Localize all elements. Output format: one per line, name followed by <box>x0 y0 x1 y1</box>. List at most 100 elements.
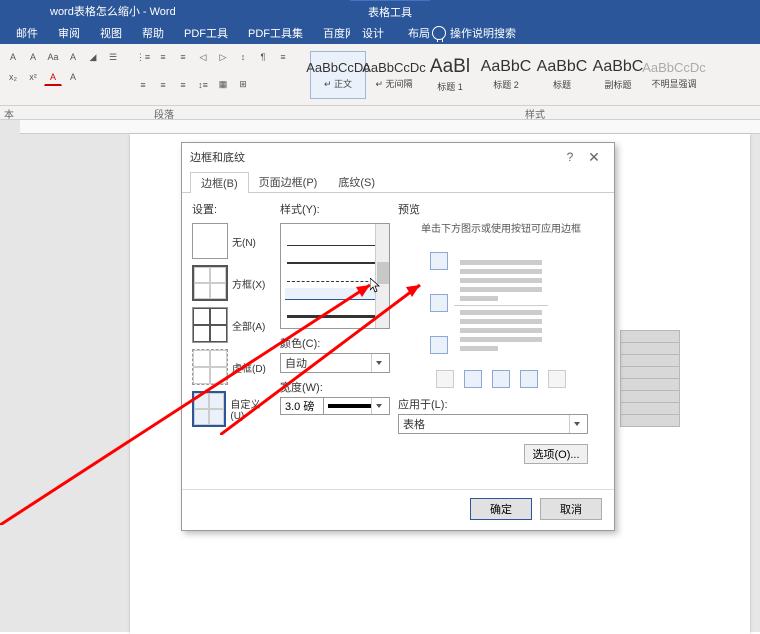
align-left[interactable]: ≡ <box>274 48 292 66</box>
style-option[interactable] <box>287 306 383 318</box>
window-title: word表格怎么缩小 - Word <box>50 3 176 19</box>
border-diag2-toggle[interactable] <box>548 370 566 388</box>
show-marks[interactable]: ¶ <box>254 48 272 66</box>
dialog-footer: 确定 取消 <box>182 489 614 527</box>
style-heading2[interactable]: AaBbC标题 2 <box>478 51 534 99</box>
lightbulb-icon <box>432 26 446 40</box>
tell-me[interactable]: 操作说明搜索 <box>432 22 516 44</box>
font-btn[interactable]: A <box>4 48 22 66</box>
border-left-toggle[interactable] <box>464 370 482 388</box>
bullet-list[interactable]: ⋮≡ <box>134 48 152 66</box>
setting-none[interactable]: 无(N) <box>192 223 272 259</box>
tab-shading[interactable]: 底纹(S) <box>327 171 386 192</box>
multilevel[interactable]: ≡ <box>174 48 192 66</box>
ribbon-tab[interactable]: PDF工具 <box>184 25 228 41</box>
preview-h-buttons <box>398 370 604 388</box>
cancel-button[interactable]: 取消 <box>540 498 602 520</box>
tell-me-text: 操作说明搜索 <box>450 25 516 41</box>
group-label-font: 本 <box>0 106 18 119</box>
ribbon-tab[interactable]: 审阅 <box>58 25 80 41</box>
settings-column: 设置: 无(N) 方框(X) 全部(A) 虚框(D) 自定义(U) <box>192 201 272 481</box>
paragraph-group: ⋮≡ ≡ ≡ ◁ ▷ ↕ ¶ ≡ ≡ ≡ ≡ ↕≡ ▦ ⊞ <box>130 44 310 105</box>
ribbon-tab[interactable]: 帮助 <box>142 25 164 41</box>
style-normal[interactable]: AaBbCcDc↵ 正文 <box>310 51 366 99</box>
align-center[interactable]: ≡ <box>134 76 152 94</box>
sort[interactable]: ↕ <box>234 48 252 66</box>
chevron-down-icon <box>569 415 583 433</box>
width-label: 宽度(W): <box>280 379 390 395</box>
border-top-toggle[interactable] <box>430 252 448 270</box>
ok-button[interactable]: 确定 <box>470 498 532 520</box>
style-option[interactable] <box>287 234 383 246</box>
shading[interactable]: ▦ <box>214 76 232 94</box>
preview-center[interactable] <box>454 256 548 352</box>
font-btn[interactable]: x² <box>24 68 42 86</box>
align-justify[interactable]: ≡ <box>174 76 192 94</box>
style-option[interactable] <box>287 270 383 282</box>
highlight[interactable]: A <box>64 68 82 86</box>
font-btn[interactable]: ☰ <box>104 48 122 66</box>
tab-page-border[interactable]: 页面边框(P) <box>248 171 329 192</box>
help-button[interactable]: ? <box>558 146 582 168</box>
font-btn[interactable]: ◢ <box>84 48 102 66</box>
style-title[interactable]: AaBbC标题 <box>534 51 590 99</box>
options-button[interactable]: 选项(O)... <box>524 444 588 464</box>
dialog-tabs: 边框(B) 页面边框(P) 底纹(S) <box>182 171 614 193</box>
style-heading1[interactable]: AaBl标题 1 <box>422 51 478 99</box>
setting-grid[interactable]: 虚框(D) <box>192 349 272 385</box>
close-button[interactable]: ✕ <box>582 146 606 168</box>
dialog-title: 边框和底纹 <box>190 149 558 165</box>
setting-all[interactable]: 全部(A) <box>192 307 272 343</box>
indent-dec[interactable]: ◁ <box>194 48 212 66</box>
ribbon-tab[interactable]: PDF工具集 <box>248 25 303 41</box>
borders[interactable]: ⊞ <box>234 76 252 94</box>
preview-label: 预览 <box>398 201 604 217</box>
line-spacing[interactable]: ↕≡ <box>194 76 212 94</box>
border-right-toggle[interactable] <box>520 370 538 388</box>
settings-label: 设置: <box>192 201 272 217</box>
setting-box[interactable]: 方框(X) <box>192 265 272 301</box>
ribbon-content: A A Aa A ◢ ☰ x₂ x² A A ⋮≡ ≡ ≡ ◁ ▷ ↕ ¶ ≡ … <box>0 44 760 106</box>
chevron-down-icon <box>371 398 385 414</box>
setting-icon-custom <box>192 391 226 427</box>
ruler[interactable] <box>20 120 760 134</box>
style-subtle[interactable]: AaBbCcDc不明显强调 <box>646 51 702 99</box>
scrollbar[interactable] <box>375 224 389 328</box>
tab-borders[interactable]: 边框(B) <box>190 172 249 193</box>
border-bottom-toggle[interactable] <box>430 336 448 354</box>
font-group: A A Aa A ◢ ☰ x₂ x² A A <box>0 44 130 105</box>
number-list[interactable]: ≡ <box>154 48 172 66</box>
style-column: 样式(Y): 颜色(C): 自动 宽度(W): 3.0 磅 <box>280 201 390 481</box>
apply-combo[interactable]: 表格 <box>398 414 588 434</box>
font-color[interactable]: A <box>44 68 62 86</box>
preview-note: 单击下方图示或使用按钮可应用边框 <box>398 223 604 236</box>
style-listbox[interactable] <box>280 223 390 329</box>
font-btn[interactable]: A <box>64 48 82 66</box>
setting-icon-all <box>192 307 228 343</box>
border-vmid-toggle[interactable] <box>492 370 510 388</box>
group-label-paragraph: 段落 <box>18 106 310 119</box>
style-subtitle[interactable]: AaBbC副标题 <box>590 51 646 99</box>
tab-design[interactable]: 设计 <box>350 22 396 44</box>
indent-inc[interactable]: ▷ <box>214 48 232 66</box>
borders-shading-dialog: 边框和底纹 ? ✕ 边框(B) 页面边框(P) 底纹(S) 设置: 无(N) 方… <box>181 142 615 531</box>
style-nospacing[interactable]: AaBbCcDc↵ 无间隔 <box>366 51 422 99</box>
table-in-document[interactable] <box>620 330 680 426</box>
border-diag-toggle[interactable] <box>436 370 454 388</box>
setting-icon-none <box>192 223 228 259</box>
style-label: 样式(Y): <box>280 201 390 217</box>
setting-custom[interactable]: 自定义(U) <box>192 391 272 427</box>
font-btn[interactable]: Aa <box>44 48 62 66</box>
ribbon-tab[interactable]: 邮件 <box>16 25 38 41</box>
font-bold[interactable]: x₂ <box>4 68 22 86</box>
border-hmid-toggle[interactable] <box>430 294 448 312</box>
dialog-titlebar[interactable]: 边框和底纹 ? ✕ <box>182 143 614 171</box>
styles-gallery[interactable]: AaBbCcDc↵ 正文 AaBbCcDc↵ 无间隔 AaBl标题 1 AaBb… <box>310 44 760 105</box>
apply-label: 应用于(L): <box>398 396 604 412</box>
font-btn[interactable]: A <box>24 48 42 66</box>
align-right[interactable]: ≡ <box>154 76 172 94</box>
color-combo[interactable]: 自动 <box>280 353 390 373</box>
style-option[interactable] <box>287 252 383 264</box>
ribbon-tab[interactable]: 视图 <box>100 25 122 41</box>
width-combo[interactable]: 3.0 磅 <box>280 397 390 415</box>
